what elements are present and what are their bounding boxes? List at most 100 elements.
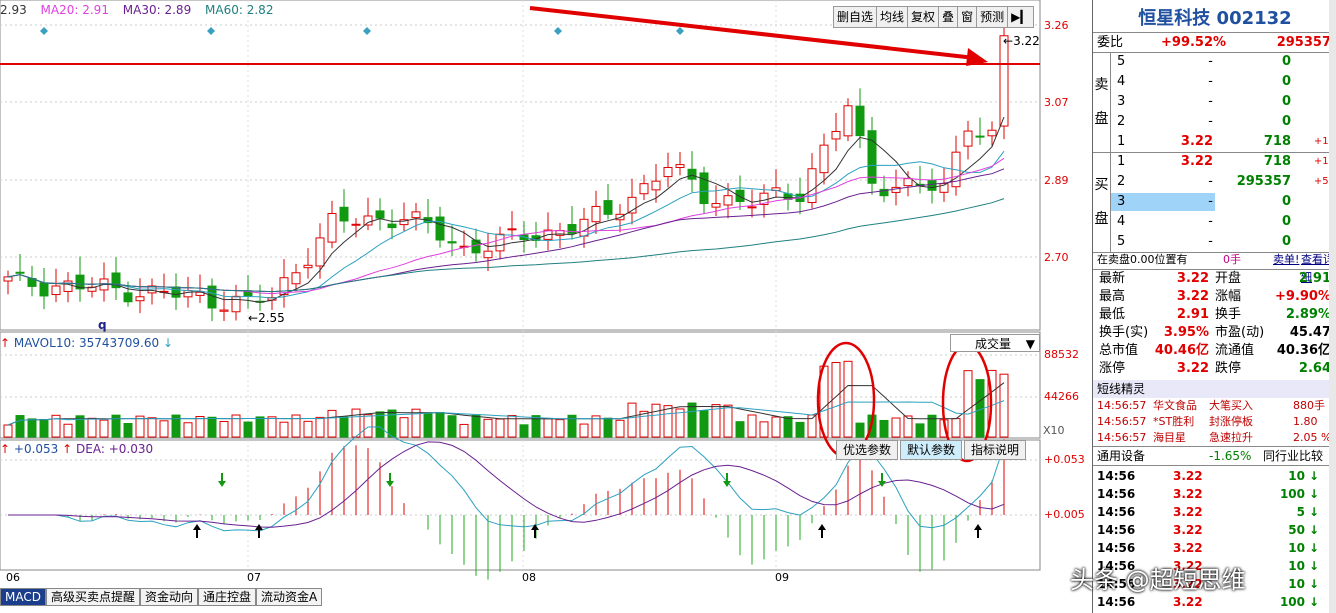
stat-label: 最新: [1099, 271, 1126, 286]
order-info-bar: 在卖盘0.00位置有 0手 卖单! 查看详细: [1095, 251, 1335, 284]
candle-body: [675, 164, 685, 168]
volume-bar: [27, 418, 37, 438]
price-tick: 2.89: [1044, 174, 1069, 187]
stat-value: 2.91: [1176, 307, 1209, 322]
stat-label: 换手(实): [1099, 325, 1149, 340]
order-info-volume: 0手: [1223, 253, 1241, 266]
diamond-marker-icon: [40, 27, 48, 35]
tick-row: 14:56 3.22 10 ↓: [1095, 539, 1335, 557]
ma5-line: [7, 116, 1005, 303]
ma30-value: MA30: 2.89: [122, 3, 192, 17]
tick-volume: 50: [1288, 523, 1305, 537]
stat-value: 2.64: [1298, 361, 1331, 376]
scrollbar[interactable]: [1329, 0, 1336, 613]
kline-chart-area[interactable]: 2.93 MA20: 2.91 MA30: 2.89 MA60: 2.82 删自…: [0, 0, 1090, 613]
buy-arrow-icon: [974, 524, 982, 530]
volume-bar: [579, 423, 589, 438]
buy-level-row[interactable]: 5 - 0: [1111, 232, 1336, 252]
tick-price: 3.22: [1173, 469, 1203, 483]
volume-bar: [783, 416, 793, 438]
volume-bar: [123, 423, 133, 438]
candle-body: [339, 206, 349, 222]
chart-canvas[interactable]: [0, 0, 1090, 613]
tab-buy-sell-alert[interactable]: 高级买卖点提醒: [45, 588, 140, 606]
tick-time: 14:56: [1097, 541, 1136, 555]
candle-body: [651, 180, 661, 191]
sell-level-row[interactable]: 2 - 0: [1111, 112, 1336, 132]
toolbar-overlay[interactable]: 叠: [939, 7, 959, 27]
toolbar-forecast[interactable]: 预测: [977, 7, 1009, 27]
indicator-help-button[interactable]: 指标说明: [964, 440, 1027, 460]
default-param-button[interactable]: 默认参数: [900, 440, 963, 460]
stat-value: 3.22: [1176, 271, 1209, 286]
volume-bar: [471, 414, 481, 438]
buy-arrow-icon: [818, 524, 826, 530]
sell-level-row[interactable]: 4 - 0: [1111, 72, 1336, 92]
volume-bar: [435, 411, 445, 438]
dif-value: +0.053: [13, 442, 59, 456]
level-volume: 0: [1281, 194, 1291, 209]
tick-volume: 5: [1296, 505, 1305, 519]
sell-level-row[interactable]: 1 3.22 718 +10: [1111, 132, 1336, 152]
vol-legend: ↑ MAVOL10: 35743709.60 ↓: [0, 334, 173, 352]
indicator-select[interactable]: 成交量 ▼: [950, 334, 1040, 352]
news-item[interactable]: 14:56:57 华文食品 大笔买入 880手: [1097, 398, 1335, 414]
level-number: 1: [1117, 134, 1126, 149]
volume-bar: [267, 416, 277, 438]
tick-price: 3.22: [1173, 505, 1203, 519]
volume-bar: [447, 415, 457, 438]
stat-label: 最低: [1099, 307, 1126, 322]
toolbar-window[interactable]: 窗: [958, 7, 978, 27]
tab-control[interactable]: 通庄控盘: [198, 588, 257, 606]
sell-arrow-icon: [878, 481, 886, 487]
chevron-down-icon: ▼: [1025, 337, 1035, 351]
buy-arrow-icon: [193, 524, 201, 530]
ma20-line: [7, 157, 1005, 295]
tick-time: 14:56: [1097, 469, 1136, 483]
volume-bar: [759, 421, 769, 438]
optimal-param-button[interactable]: 优选参数: [836, 440, 899, 460]
candle-body: [411, 211, 421, 219]
indicator-tabs: MACD 高级买卖点提醒 资金动向 通庄控盘 流动资金A: [0, 588, 323, 606]
stat-row: 总市值 40.46亿 流通值 40.36亿: [1097, 342, 1335, 360]
stat-row: 涨停 3.22 跌停 2.64: [1097, 360, 1335, 378]
down-arrow-icon: ↓: [1308, 469, 1319, 483]
weibi-label: 委比: [1097, 35, 1124, 50]
buy-level-row[interactable]: 1 3.22 718 +10: [1111, 152, 1336, 172]
news-name: 华文食品: [1153, 399, 1197, 412]
volume-bar: [795, 421, 805, 438]
toolbar-remove-favorite[interactable]: 删自选: [834, 7, 878, 27]
volume-bar: [663, 405, 673, 438]
toolbar-arrow-icon[interactable]: ▶▎: [1008, 7, 1032, 27]
news-item[interactable]: 14:56:57 海目星 急速拉升 2.05 %: [1097, 430, 1335, 446]
tab-liquidity[interactable]: 流动资金A: [256, 588, 323, 606]
toolbar-ma[interactable]: 均线: [877, 7, 909, 27]
tick-time: 14:56: [1097, 505, 1136, 519]
sell-order-link[interactable]: 卖单!: [1273, 251, 1299, 269]
candle-body: [495, 233, 505, 252]
volume-bar: [543, 418, 553, 438]
volume-bar: [183, 422, 193, 438]
level-number: 2: [1117, 174, 1126, 189]
sell-level-row[interactable]: 3 - 0: [1111, 92, 1336, 112]
volume-bar: [303, 420, 313, 438]
indicator-select-label: 成交量: [975, 337, 1012, 351]
toolbar-adjust[interactable]: 复权: [908, 7, 940, 27]
tab-fund-flow[interactable]: 资金动向: [140, 588, 199, 606]
buy-level-row[interactable]: 4 - 0: [1111, 212, 1336, 232]
level-price: -: [1208, 174, 1213, 189]
sell-level-row[interactable]: 5 - 0: [1111, 52, 1336, 72]
diamond-marker-icon: [207, 27, 215, 35]
candle-body: [843, 105, 853, 137]
vol-tick: 88532: [1044, 348, 1079, 361]
candle-body: [135, 296, 145, 302]
tab-macd[interactable]: MACD: [0, 588, 46, 606]
buy-level-row[interactable]: 3 - 0: [1111, 192, 1336, 212]
peer-compare-link[interactable]: 同行业比较: [1263, 447, 1323, 465]
up-arrow-icon: ↑: [0, 336, 11, 350]
news-item[interactable]: 14:56:57 *ST胜利 封涨停板 1.80: [1097, 414, 1335, 430]
volume-bar: [747, 414, 757, 438]
sector-name[interactable]: 通用设备: [1097, 447, 1145, 465]
price-tick: 3.07: [1044, 96, 1069, 109]
buy-level-row[interactable]: 2-295357 +57: [1111, 172, 1336, 192]
